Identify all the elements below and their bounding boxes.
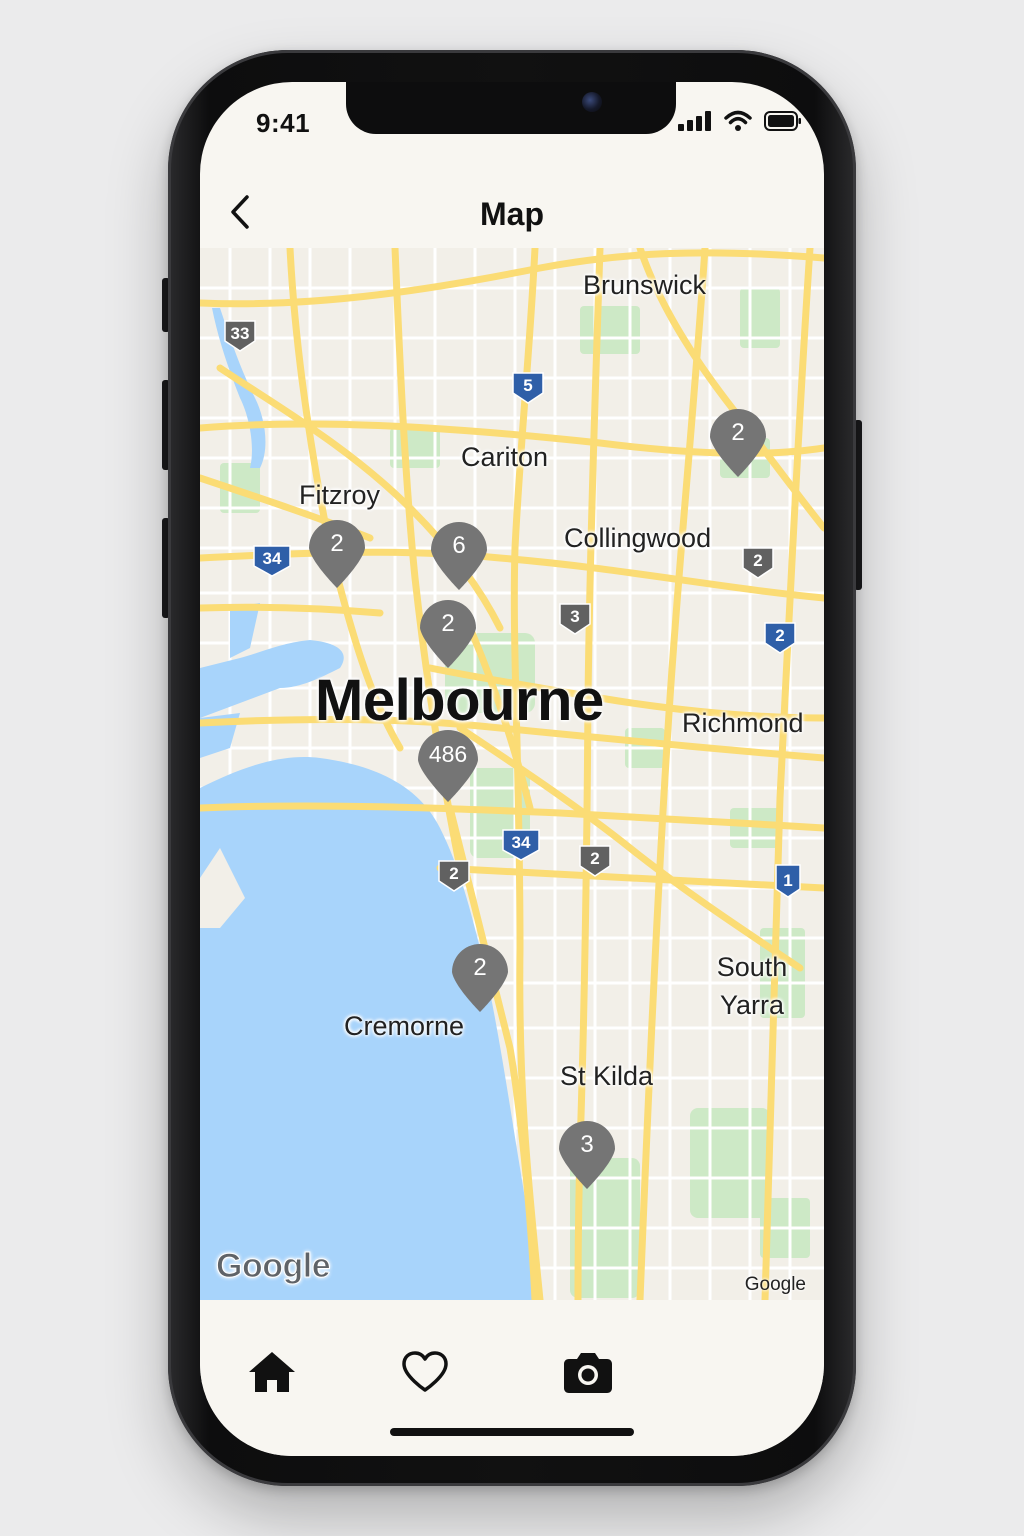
route-shield-34-west: 34	[252, 544, 292, 578]
label-brunswick: Brunswick	[583, 270, 707, 300]
map-view[interactable]: Brunswick Cariton Fitzroy Collingwood Me…	[200, 248, 824, 1300]
cluster-marker[interactable]: 6	[429, 516, 489, 592]
route-shield-2-south-west: 2	[437, 859, 471, 893]
cluster-marker[interactable]: 2	[708, 403, 768, 479]
phone-screen: 9:41 Map Brunswick Cariton Fitzroy Colli…	[200, 82, 824, 1456]
tab-home[interactable]	[244, 1344, 300, 1400]
navigation-header: Map	[200, 178, 824, 249]
route-shield-3-number: 3	[570, 607, 580, 626]
route-shield-34-south: 34	[501, 828, 541, 862]
route-shield-2-east: 2	[763, 621, 797, 655]
battery-icon	[764, 111, 801, 131]
signal-icon	[678, 111, 711, 131]
heart-icon	[402, 1351, 448, 1392]
cluster-count: 3	[580, 1131, 594, 1158]
label-carlton: Cariton	[461, 442, 549, 472]
wifi-icon	[724, 110, 752, 131]
cluster-count: 2	[441, 610, 455, 637]
route-shield-3: 3	[558, 602, 592, 636]
route-shield-33: 33	[223, 319, 257, 353]
route-shield-1-number: 1	[783, 871, 793, 890]
route-shield-1: 1	[773, 863, 803, 898]
label-south-yarra-line1: South	[716, 952, 788, 982]
cluster-count: 2	[330, 530, 344, 557]
route-shield-34-south-number: 34	[511, 833, 531, 852]
route-shield-2-collingwood-number: 2	[753, 551, 763, 570]
tab-favorites[interactable]	[397, 1344, 453, 1400]
notch	[346, 82, 676, 134]
page-title: Map	[480, 196, 544, 232]
home-indicator[interactable]	[390, 1428, 634, 1436]
google-attribution[interactable]: Google	[745, 1274, 806, 1296]
cluster-count: 6	[452, 532, 466, 559]
tab-camera[interactable]	[560, 1344, 616, 1400]
route-shield-2-east-number: 2	[775, 626, 785, 645]
label-south-yarra-line2: Yarra	[719, 990, 785, 1020]
label-south-yarra: South Yarra	[702, 948, 802, 1024]
label-fitzroy: Fitzroy	[299, 480, 380, 510]
route-shield-33-number: 33	[230, 324, 250, 343]
route-shield-34-west-number: 34	[262, 549, 282, 568]
route-shield-2-south-west-number: 2	[449, 864, 459, 883]
route-shield-2-south-mid-number: 2	[590, 849, 600, 868]
label-st-kilda: St Kilda	[560, 1061, 654, 1091]
cluster-count: 486	[428, 741, 468, 767]
status-time: 9:41	[256, 108, 311, 138]
home-icon	[249, 1352, 295, 1392]
cluster-marker[interactable]: 2	[418, 594, 478, 670]
label-collingwood: Collingwood	[564, 523, 712, 553]
google-logo: Google	[215, 1247, 331, 1286]
cluster-marker[interactable]: 2	[307, 514, 367, 590]
camera-icon	[564, 1353, 612, 1393]
route-shield-2-collingwood: 2	[741, 546, 775, 580]
cluster-marker[interactable]: 486	[416, 724, 480, 802]
cluster-marker[interactable]: 3	[557, 1115, 617, 1191]
status-icons	[678, 110, 802, 132]
label-richmond: Richmond	[682, 708, 804, 738]
label-cremorne: Cremorne	[344, 1011, 465, 1041]
front-camera	[582, 92, 602, 112]
route-shield-5: 5	[511, 371, 545, 405]
cluster-count: 2	[473, 954, 487, 981]
cluster-count: 2	[731, 419, 745, 446]
route-shield-2-south-mid: 2	[578, 844, 612, 878]
phone-mockup: 9:41 Map Brunswick Cariton Fitzroy Colli…	[0, 0, 1024, 1536]
route-shield-5-number: 5	[523, 376, 533, 395]
cluster-marker[interactable]: 2	[450, 938, 510, 1014]
